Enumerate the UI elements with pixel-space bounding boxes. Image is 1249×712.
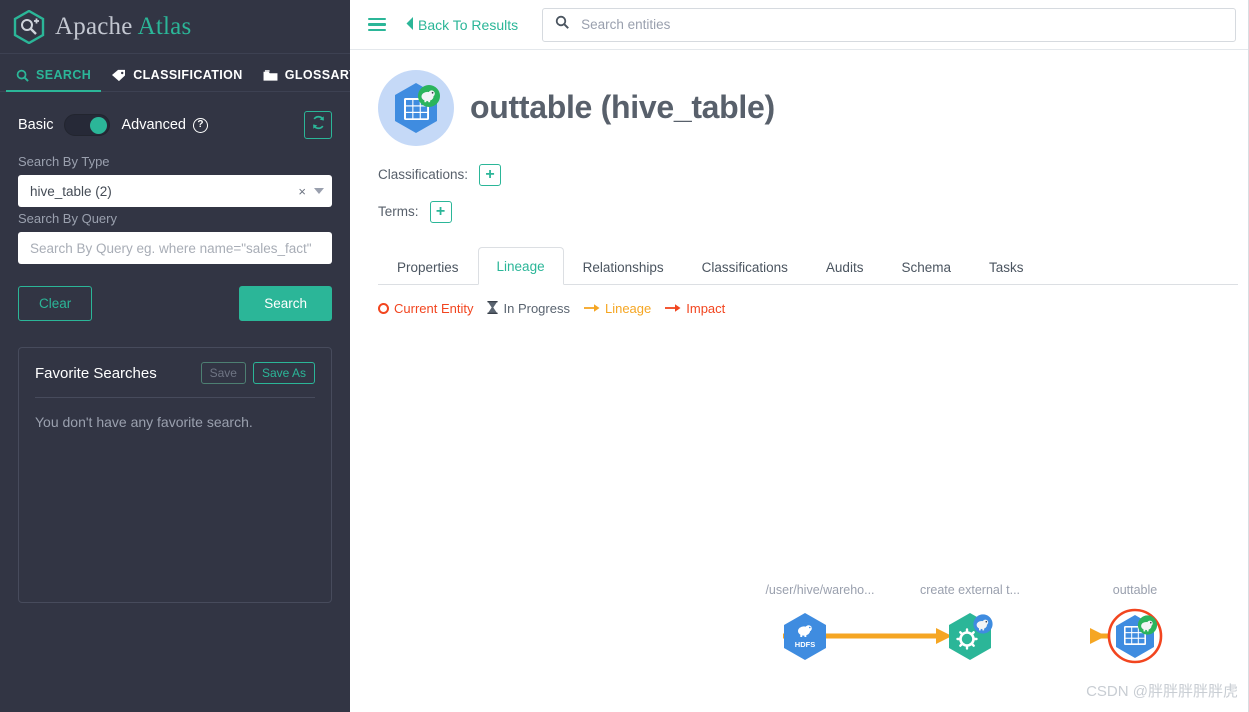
chevron-down-icon[interactable] bbox=[314, 188, 324, 194]
hamburger-menu-icon[interactable] bbox=[368, 15, 386, 35]
favorite-searches-empty-text: You don't have any favorite search. bbox=[35, 414, 253, 430]
basic-label: Basic bbox=[18, 117, 54, 133]
legend-lineage-label: Lineage bbox=[604, 301, 652, 317]
page-title: outtable (hive_table) bbox=[470, 89, 775, 126]
search-entities-input[interactable] bbox=[579, 16, 1223, 33]
search-actions: Clear Search bbox=[18, 286, 332, 321]
sidebar: Apache Atlas SEARCH CLASSIFICATION GLOSS… bbox=[0, 0, 357, 712]
save-button[interactable]: Save bbox=[200, 362, 246, 384]
legend-current-entity: Current Entity bbox=[378, 301, 473, 316]
search-icon bbox=[555, 15, 570, 34]
folder-icon bbox=[263, 69, 278, 82]
search-by-query-label: Search By Query bbox=[18, 211, 117, 226]
lineage-graph[interactable]: /user/hive/wareho... create external t..… bbox=[350, 345, 1248, 712]
lineage-node-hdfs[interactable]: HDFS bbox=[784, 613, 826, 660]
atlas-hexagon-logo-icon bbox=[13, 9, 45, 44]
sidebar-tab-search[interactable]: SEARCH bbox=[6, 68, 102, 92]
favorite-searches-header: Favorite Searches Save Save As bbox=[35, 362, 315, 384]
main-content: Back To Results Search entities outtable… bbox=[350, 0, 1249, 712]
tag-icon bbox=[111, 69, 126, 82]
legend-impact-label: Impact bbox=[686, 301, 726, 317]
tab-classifications[interactable]: Classifications bbox=[683, 248, 807, 285]
search-by-query-input[interactable] bbox=[18, 232, 332, 264]
search-panel: Basic Advanced ? Search By Type hive_tab… bbox=[0, 92, 350, 603]
sidebar-tab-classification-label: CLASSIFICATION bbox=[133, 68, 243, 82]
terms-label: Terms: bbox=[378, 204, 419, 220]
legend-current-entity-label: Current Entity bbox=[394, 301, 474, 317]
tab-properties[interactable]: Properties bbox=[378, 248, 478, 285]
refresh-icon bbox=[311, 115, 326, 135]
legend-impact: Impact bbox=[665, 301, 725, 316]
tab-lineage[interactable]: Lineage bbox=[477, 246, 564, 285]
clear-type-icon[interactable]: × bbox=[292, 184, 312, 199]
chevron-left-icon bbox=[406, 16, 414, 33]
sidebar-tab-search-label: SEARCH bbox=[36, 68, 92, 82]
sidebar-nav: SEARCH CLASSIFICATION GLOSSARY bbox=[0, 54, 357, 92]
search-by-type-select[interactable]: hive_table (2) × bbox=[18, 175, 332, 207]
lineage-legend: Current Entity In Progress Lineage Impac… bbox=[378, 300, 1248, 317]
tab-schema[interactable]: Schema bbox=[882, 248, 970, 285]
search-icon bbox=[16, 69, 29, 82]
legend-lineage: Lineage bbox=[583, 301, 652, 317]
refresh-button[interactable] bbox=[304, 111, 332, 139]
search-mode-toggle[interactable] bbox=[64, 114, 111, 136]
watermark-text: CSDN @胖胖胖胖胖虎 bbox=[1086, 683, 1238, 700]
hive-table-hexagon-icon bbox=[378, 69, 454, 146]
arrow-right-icon bbox=[583, 301, 600, 316]
divider bbox=[35, 397, 315, 398]
lineage-node-process[interactable] bbox=[949, 613, 993, 660]
search-by-type-value: hive_table (2) bbox=[30, 183, 112, 199]
legend-in-progress: In Progress bbox=[487, 300, 570, 317]
entity-tabs: Properties Lineage Relationships Classif… bbox=[378, 243, 1238, 285]
basic-advanced-toggle-row: Basic Advanced ? bbox=[18, 108, 332, 142]
brand-name-second: Atlas bbox=[137, 12, 192, 40]
tab-tasks[interactable]: Tasks bbox=[970, 248, 1043, 285]
add-classification-button[interactable]: + bbox=[479, 163, 502, 186]
classifications-row: Classifications: + bbox=[350, 163, 1248, 186]
entity-header: outtable (hive_table) bbox=[350, 50, 1248, 148]
lineage-node-outtable[interactable] bbox=[1107, 608, 1163, 664]
favorite-searches-title: Favorite Searches bbox=[35, 364, 157, 382]
advanced-label: Advanced bbox=[121, 117, 186, 133]
clear-button[interactable]: Clear bbox=[18, 286, 93, 321]
svg-text:HDFS: HDFS bbox=[795, 640, 815, 649]
back-to-results-label: Back To Results bbox=[418, 16, 519, 33]
toggle-knob bbox=[90, 117, 108, 134]
arrow-right-icon bbox=[665, 301, 681, 316]
brand-title: Apache Atlas bbox=[55, 13, 191, 41]
brand-name-first: Apache bbox=[55, 12, 138, 40]
entity-search-box[interactable] bbox=[542, 7, 1236, 42]
favorite-searches-card: Favorite Searches Save Save As You don't… bbox=[18, 347, 332, 603]
search-button[interactable]: Search bbox=[239, 286, 332, 321]
top-bar: Back To Results bbox=[350, 0, 1248, 50]
search-by-type-label: Search By Type bbox=[18, 154, 110, 169]
legend-in-progress-label: In Progress bbox=[503, 301, 570, 317]
terms-row: Terms: + bbox=[350, 200, 1248, 223]
lineage-graph-svg: HDFS bbox=[783, 608, 1163, 664]
tab-audits[interactable]: Audits bbox=[807, 248, 883, 285]
sidebar-tab-classification[interactable]: CLASSIFICATION bbox=[101, 68, 253, 91]
save-as-button[interactable]: Save As bbox=[252, 362, 315, 384]
question-mark-icon[interactable]: ? bbox=[192, 117, 208, 133]
hourglass-icon bbox=[487, 300, 499, 317]
add-term-button[interactable]: + bbox=[429, 200, 452, 223]
back-to-results-link[interactable]: Back To Results bbox=[406, 16, 519, 33]
app-root: Apache Atlas SEARCH CLASSIFICATION GLOSS… bbox=[0, 0, 1249, 712]
red-ring-icon bbox=[378, 303, 389, 315]
sidebar-tab-glossary-label: GLOSSARY bbox=[284, 68, 358, 82]
tab-relationships[interactable]: Relationships bbox=[564, 248, 683, 285]
classifications-label: Classifications: bbox=[378, 167, 469, 183]
brand-header: Apache Atlas bbox=[0, 0, 350, 54]
